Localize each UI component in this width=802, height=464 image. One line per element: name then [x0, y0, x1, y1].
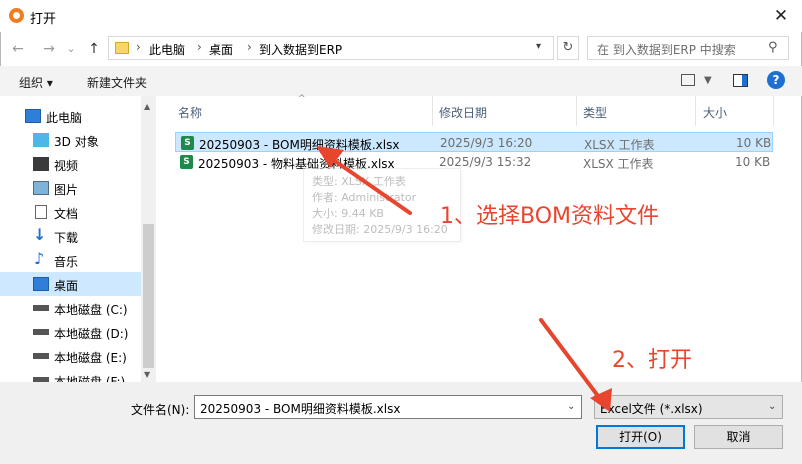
annotation-arrows: [316, 146, 612, 412]
arrow-to-open: [539, 318, 606, 406]
annotation-step-2: 2、打开: [612, 348, 692, 373]
annotation-step-1: 1、选择BOM资料文件: [440, 204, 660, 229]
